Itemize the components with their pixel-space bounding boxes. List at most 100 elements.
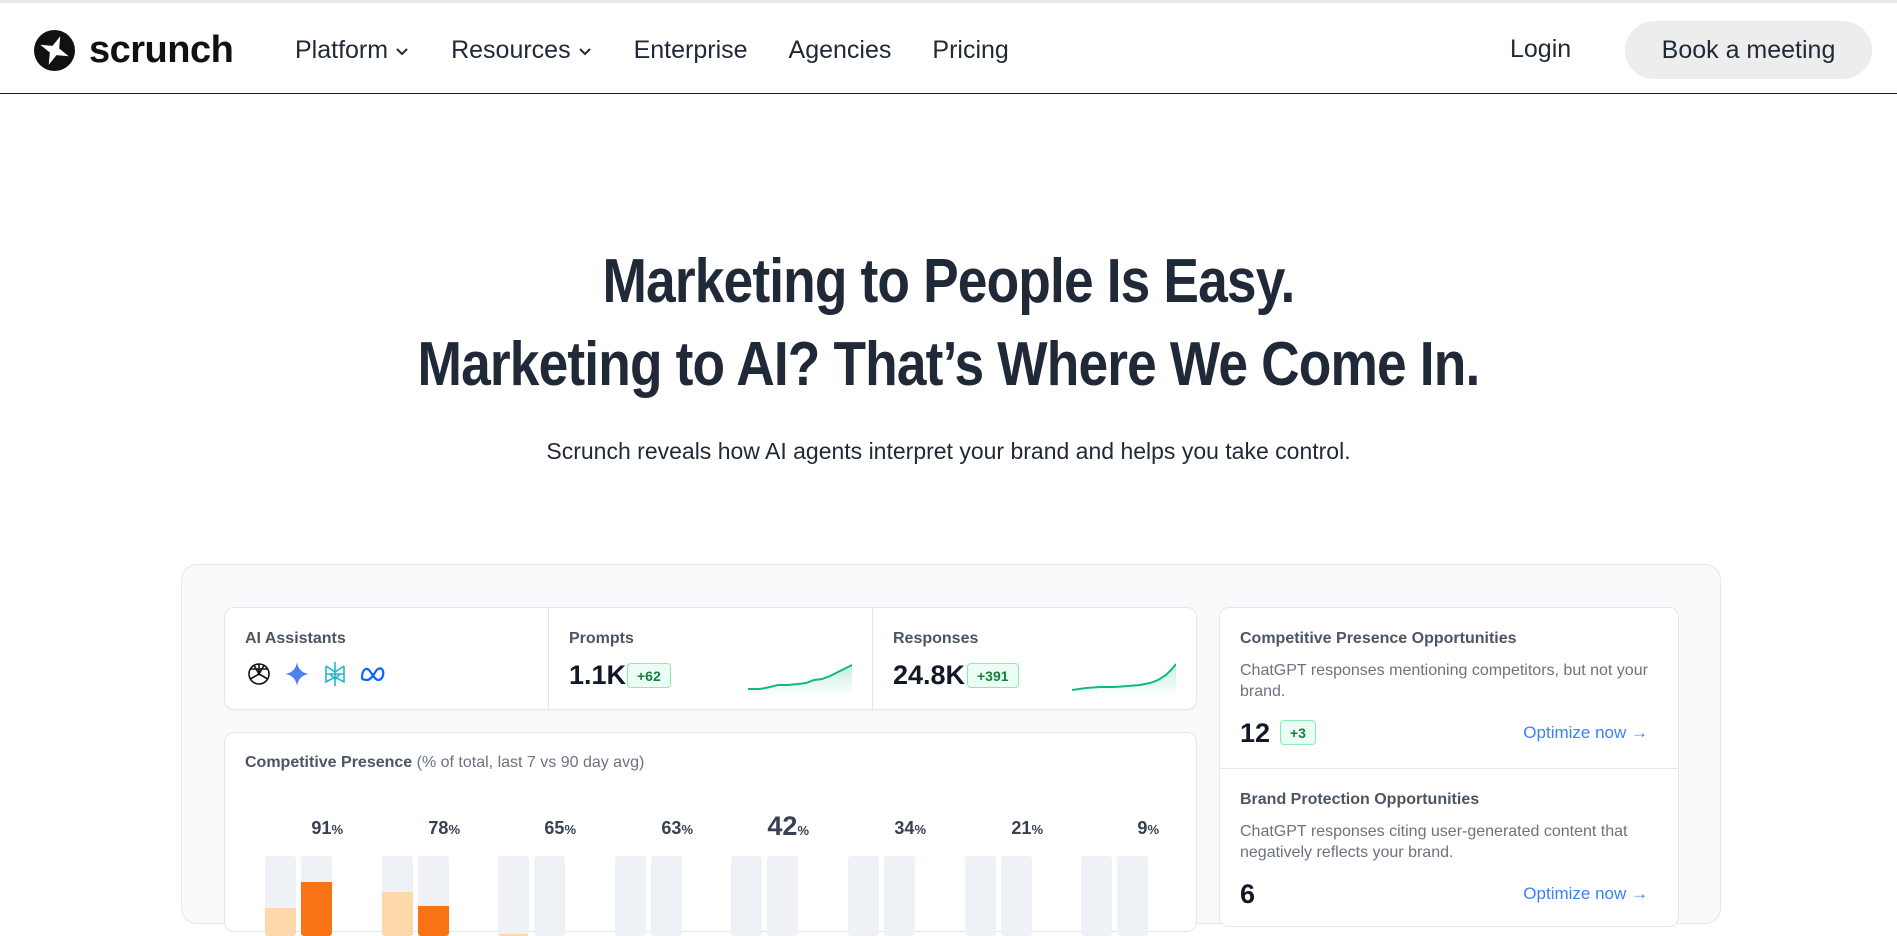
bar-percentage: 78% [428,818,460,839]
bar-fill [418,905,449,936]
bar-value: 65 [544,818,565,838]
book-meeting-button[interactable]: Book a meeting [1625,21,1872,79]
bar-last-7-days [884,856,915,936]
bar-value: 9 [1137,818,1148,838]
bar-unit: % [331,822,343,837]
bar-90-day-avg [498,856,529,936]
bar-unit: % [797,823,809,838]
bar-fill [301,881,332,936]
bar-90-day-avg [265,856,296,936]
bar-value: 91 [311,818,332,838]
bar-unit: % [914,822,926,837]
stats-card: AI Assistants Prompts 1.1K +62 Responses… [224,607,1197,710]
bar-value: 34 [894,818,915,838]
ai-assistant-icons [245,660,387,688]
prompts-value: 1.1K [569,660,627,690]
optimize-now-link[interactable]: Optimize now → [1523,723,1648,743]
prompts-label: Prompts [569,630,634,647]
nav-resources-label: Resources [451,36,571,64]
bar-value: 78 [428,818,449,838]
bar-group: 65% [498,818,578,936]
bar-last-7-days [767,856,798,936]
bar-group: 42% [731,811,811,936]
scrunch-logo-icon [34,30,75,71]
bar-90-day-avg [382,856,413,936]
opportunity-description: ChatGPT responses mentioning competitors… [1240,662,1648,700]
bar-fill [382,892,413,936]
bar-value: 21 [1011,818,1032,838]
hero-subtitle: Scrunch reveals how AI agents interpret … [546,438,1351,464]
bar-90-day-avg [731,856,762,936]
opportunity-title: Brand Protection Opportunities [1240,791,1480,808]
nav-links: Platform Resources Enterprise Agencies P… [295,36,1009,65]
bar-90-day-avg [615,856,646,936]
competitive-presence-subtitle: (% of total, last 7 vs 90 day avg) [416,754,645,771]
responses-sparkline [1072,663,1176,696]
bar-percentage: 91% [311,818,343,839]
prompts-stat: Prompts 1.1K +62 [549,608,873,709]
nav-enterprise[interactable]: Enterprise [634,36,748,65]
bar-value: 63 [661,818,682,838]
optimize-now-link[interactable]: Optimize now → [1523,884,1648,904]
brand-protection-opportunity: Brand Protection Opportunities ChatGPT r… [1220,769,1678,929]
chatgpt-icon [248,663,270,685]
opportunity-title: Competitive Presence Opportunities [1240,630,1517,647]
bar-group: 34% [848,818,928,936]
bar-unit: % [681,822,693,837]
top-navigation: scrunch Platform Resources Enterprise Ag… [0,3,1897,94]
bar-percentage: 42% [767,811,809,842]
bar-last-7-days [1117,856,1148,936]
bar-group: 63% [615,818,695,936]
bar-group: 91% [265,818,345,936]
competitive-presence-card: Competitive Presence (% of total, last 7… [224,732,1197,936]
competitive-presence-heading: Competitive Presence [245,754,413,771]
bar-unit: % [564,822,576,837]
competitive-presence-title: Competitive Presence (% of total, last 7… [245,754,644,772]
nav-platform-label: Platform [295,36,389,64]
bar-group: 21% [965,818,1045,936]
nav-pricing[interactable]: Pricing [932,36,1008,65]
bar-unit: % [1031,822,1043,837]
bar-percentage: 63% [661,818,693,839]
bar-group: 78% [382,818,462,936]
meta-icon [360,667,385,682]
bar-percentage: 9% [1137,818,1159,839]
bar-fill [265,908,296,936]
bar-value: 42 [767,811,798,841]
responses-value: 24.8K [893,660,966,690]
bar-last-7-days [418,856,449,936]
opportunities-card: Competitive Presence Opportunities ChatG… [1219,607,1679,927]
bar-group: 9% [1081,818,1161,936]
bar-last-7-days [301,856,332,936]
opportunity-delta-badge: +3 [1280,720,1316,745]
ai-assistants-stat: AI Assistants [225,608,549,709]
bar-percentage: 21% [1011,818,1043,839]
competitive-presence-opportunity: Competitive Presence Opportunities ChatG… [1220,608,1678,769]
bar-percentage: 34% [894,818,926,839]
responses-delta-badge: +391 [967,663,1019,688]
prompts-delta-badge: +62 [627,663,671,688]
bar-90-day-avg [1081,856,1112,936]
responses-stat: Responses 24.8K +391 [873,608,1196,709]
gemini-icon [285,662,309,686]
logo-text: scrunch [89,29,234,71]
opportunity-count: 12 [1240,718,1271,748]
login-link[interactable]: Login [1510,35,1571,64]
bar-90-day-avg [848,856,879,936]
ai-assistants-label: AI Assistants [245,630,346,647]
chevron-down-icon [578,47,591,55]
responses-label: Responses [893,630,979,647]
chevron-down-icon [396,47,408,55]
prompts-sparkline [748,664,852,696]
logo[interactable]: scrunch [34,29,234,72]
nav-resources[interactable]: Resources [451,36,593,65]
bar-unit: % [448,822,460,837]
nav-agencies[interactable]: Agencies [789,36,892,65]
bar-last-7-days [651,856,682,936]
bar-unit: % [1147,822,1159,837]
bar-90-day-avg [965,856,996,936]
nav-platform[interactable]: Platform [295,36,410,65]
hero-headline-line-1: Marketing to People Is Easy. [602,247,1295,316]
hero-headline-line-2: Marketing to AI? That’s Where We Come In… [417,330,1481,399]
opportunity-count: 6 [1240,879,1256,909]
